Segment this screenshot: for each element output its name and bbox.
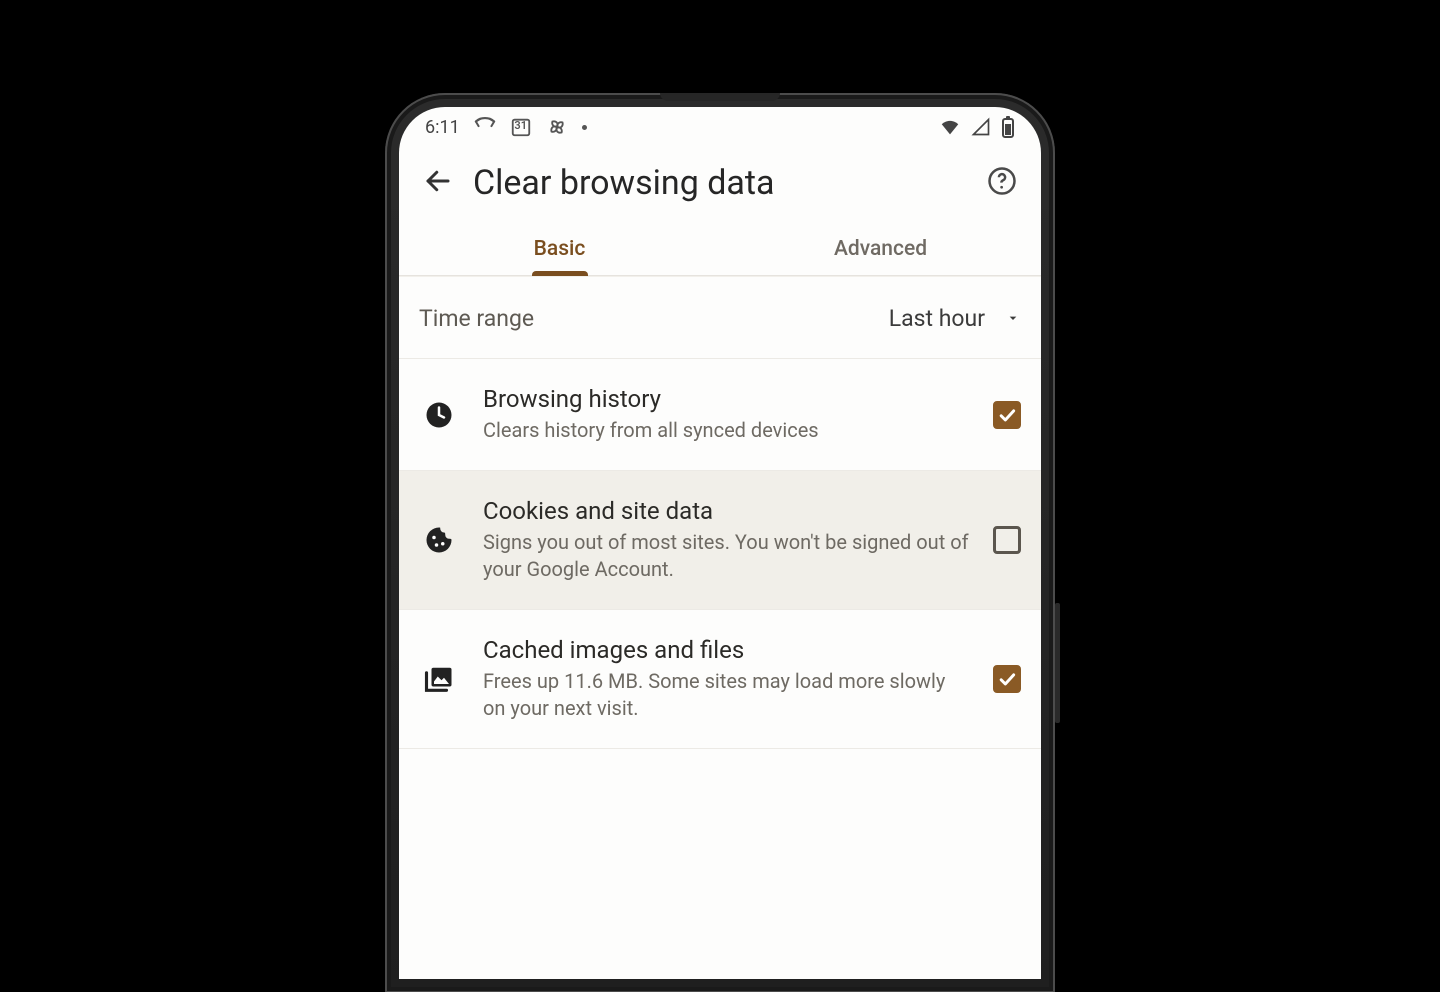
calendar-day: 31 — [510, 119, 532, 132]
tab-basic[interactable]: Basic — [399, 219, 720, 275]
status-time: 6:11 — [425, 117, 460, 138]
cache-subtitle: Frees up 11.6 MB. Some sites may load mo… — [483, 668, 971, 722]
page-title: Clear browsing data — [473, 163, 775, 203]
time-range-value: Last hour — [889, 305, 985, 332]
signal-icon — [971, 117, 991, 137]
chevron-down-icon — [1005, 305, 1021, 332]
missed-call-icon — [474, 116, 496, 138]
cookies-subtitle: Signs you out of most sites. You won't b… — [483, 529, 971, 583]
tabs: Basic Advanced — [399, 219, 1041, 276]
time-range-label: Time range — [419, 305, 534, 332]
app-bar: Clear browsing data — [399, 147, 1041, 211]
history-checkbox[interactable] — [993, 401, 1021, 429]
cookies-checkbox[interactable] — [993, 526, 1021, 554]
images-icon — [417, 664, 461, 694]
cache-title: Cached images and files — [483, 636, 971, 664]
status-overflow-dot — [582, 125, 587, 130]
phone-screen: 6:11 31 — [399, 107, 1041, 979]
history-subtitle: Clears history from all synced devices — [483, 417, 971, 444]
status-bar: 6:11 31 — [399, 107, 1041, 147]
time-range-row[interactable]: Time range Last hour — [399, 276, 1041, 359]
fan-icon — [546, 116, 568, 138]
option-cookies[interactable]: Cookies and site data Signs you out of m… — [399, 471, 1041, 610]
tab-advanced[interactable]: Advanced — [720, 219, 1041, 275]
calendar-icon: 31 — [510, 116, 532, 138]
time-range-dropdown[interactable]: Last hour — [889, 305, 1021, 332]
phone-side-button — [1055, 603, 1060, 723]
back-button[interactable] — [423, 166, 453, 200]
cookie-icon — [417, 525, 461, 555]
history-icon — [417, 400, 461, 430]
cache-checkbox[interactable] — [993, 665, 1021, 693]
option-browsing-history[interactable]: Browsing history Clears history from all… — [399, 359, 1041, 471]
history-title: Browsing history — [483, 385, 971, 413]
phone-frame: 6:11 31 — [385, 93, 1055, 992]
cookies-title: Cookies and site data — [483, 497, 971, 525]
help-button[interactable] — [987, 166, 1017, 200]
wifi-icon — [939, 116, 961, 138]
battery-icon — [1001, 116, 1015, 138]
option-cache[interactable]: Cached images and files Frees up 11.6 MB… — [399, 610, 1041, 749]
